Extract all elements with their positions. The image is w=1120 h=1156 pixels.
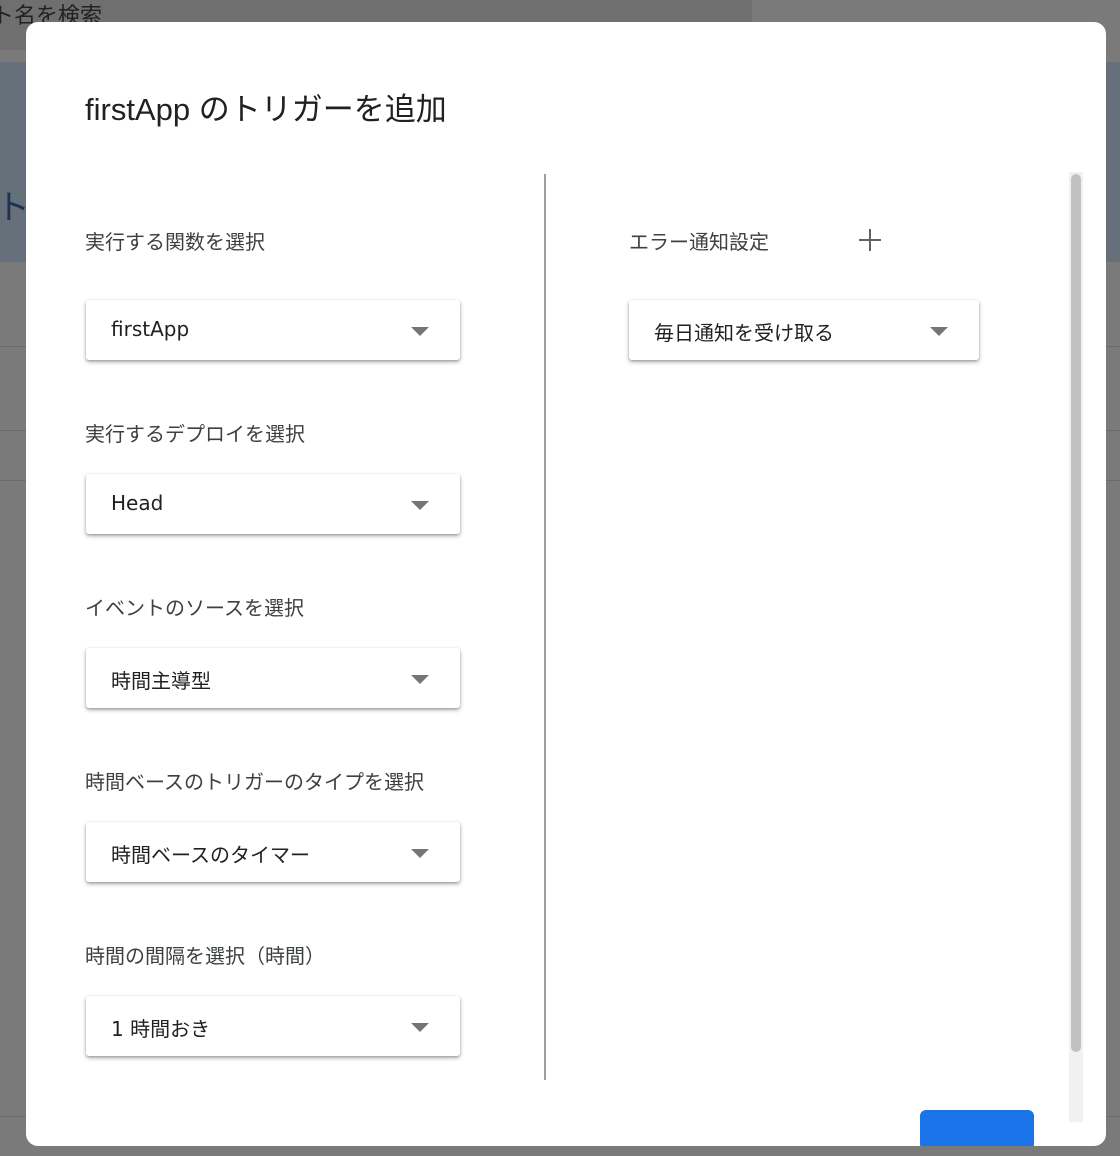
function-select-value: firstApp: [111, 317, 190, 341]
scrollbar-thumb[interactable]: [1071, 174, 1081, 1052]
add-notification-plus-icon[interactable]: [852, 222, 888, 258]
dialog-title: firstApp のトリガーを追加: [85, 92, 447, 127]
deployment-select-label: 実行するデプロイを選択: [85, 422, 305, 446]
trigger-type-select[interactable]: 時間ベースのタイマー: [86, 822, 460, 882]
column-divider: [544, 174, 546, 1080]
dropdown-arrow-icon: [411, 675, 429, 684]
dropdown-arrow-icon: [930, 327, 948, 336]
error-notification-select[interactable]: 毎日通知を受け取る: [629, 300, 979, 360]
dropdown-arrow-icon: [411, 849, 429, 858]
function-select-label: 実行する関数を選択: [85, 230, 265, 254]
trigger-type-select-value: 時間ベースのタイマー: [111, 843, 310, 867]
error-notification-label: エラー通知設定: [629, 230, 769, 254]
event-source-select-value: 時間主導型: [111, 669, 211, 693]
error-notification-select-value: 毎日通知を受け取る: [654, 321, 834, 345]
interval-select[interactable]: 1 時間おき: [86, 996, 460, 1056]
interval-select-label: 時間の間隔を選択（時間）: [85, 944, 325, 968]
add-trigger-dialog: firstApp のトリガーを追加 実行する関数を選択 firstApp 実行す…: [26, 22, 1106, 1146]
event-source-select[interactable]: 時間主導型: [86, 648, 460, 708]
function-select[interactable]: firstApp: [86, 300, 460, 360]
dropdown-arrow-icon: [411, 1023, 429, 1032]
event-source-select-label: イベントのソースを選択: [85, 596, 304, 620]
interval-select-value: 1 時間おき: [111, 1017, 211, 1041]
deployment-select-value: Head: [111, 491, 164, 515]
trigger-type-select-label: 時間ベースのトリガーのタイプを選択: [85, 770, 424, 794]
save-button[interactable]: [920, 1110, 1034, 1146]
dropdown-arrow-icon: [411, 501, 429, 510]
deployment-select[interactable]: Head: [86, 474, 460, 534]
dropdown-arrow-icon: [411, 327, 429, 336]
